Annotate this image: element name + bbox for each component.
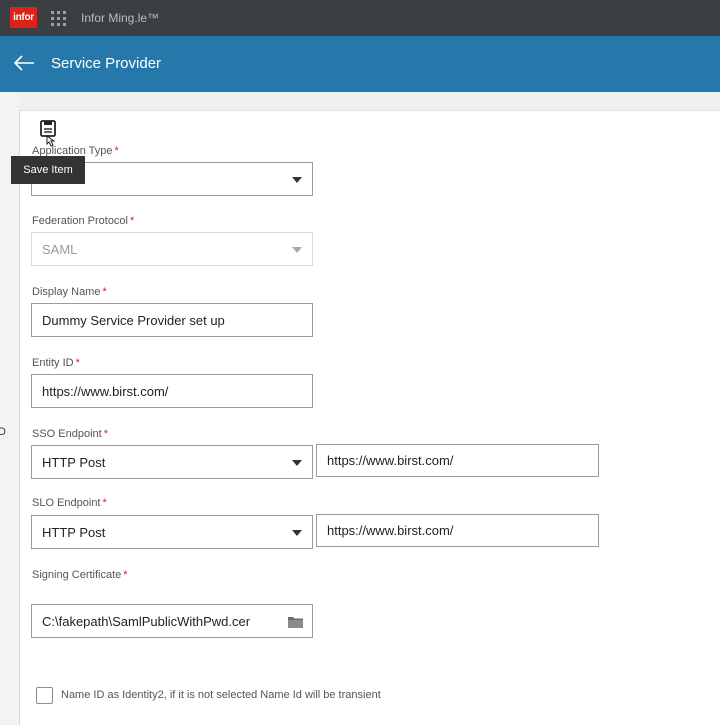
slo-endpoint-label: SLO Endpoint * [32,497,107,509]
name-id-checkbox[interactable] [36,687,53,704]
infor-logo[interactable]: infor [10,7,37,28]
chevron-down-icon [292,247,302,253]
edge-glyph: D [0,426,6,438]
display-name-input[interactable]: Dummy Service Provider set up [31,303,313,337]
save-icon[interactable] [39,119,59,147]
arrow-left-icon[interactable] [13,54,35,72]
sso-url-input[interactable]: https://www.birst.com/ [316,444,599,477]
entity-id-label: Entity ID * [32,357,80,369]
top-bar: infor Infor Ming.le™ [0,0,720,36]
sso-binding-value: HTTP Post [42,455,106,470]
signing-certificate-input[interactable]: C:\fakepath\SamlPublicWithPwd.cer [31,604,313,638]
slo-binding-value: HTTP Post [42,525,106,540]
chevron-down-icon [292,177,302,183]
sso-endpoint-label: SSO Endpoint * [32,428,108,440]
entity-id-value: https://www.birst.com/ [42,384,169,399]
slo-binding-select[interactable]: HTTP Post [31,515,313,549]
slo-url-input[interactable]: https://www.birst.com/ [316,514,599,547]
federation-protocol-value: SAML [42,242,78,257]
entity-id-input[interactable]: https://www.birst.com/ [31,374,313,408]
slo-url-value: https://www.birst.com/ [327,523,454,538]
chevron-down-icon [292,530,302,536]
signing-certificate-value: C:\fakepath\SamlPublicWithPwd.cer [42,614,251,629]
page-title: Service Provider [51,55,162,72]
apps-grid-icon[interactable] [51,11,66,26]
sso-url-value: https://www.birst.com/ [327,453,454,468]
app-title: Infor Ming.le™ [81,11,160,25]
save-tooltip: Save Item [11,156,85,184]
signing-certificate-label: Signing Certificate * [32,569,128,581]
federation-protocol-label: Federation Protocol * [32,215,135,227]
federation-protocol-select: SAML [31,232,313,266]
page-header: Service Provider [0,36,720,92]
display-name-label: Display Name * [32,286,107,298]
display-name-value: Dummy Service Provider set up [42,313,225,328]
name-id-checkbox-label: Name ID as Identity2, if it is not selec… [61,689,381,701]
chevron-down-icon [292,460,302,466]
sso-binding-select[interactable]: HTTP Post [31,445,313,479]
left-strip [0,92,19,725]
folder-icon[interactable] [288,616,303,628]
